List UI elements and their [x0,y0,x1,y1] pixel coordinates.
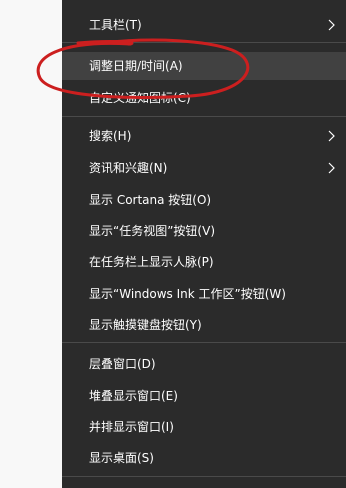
menu-separator [62,476,346,477]
menu-item-customize-notification-icons[interactable]: 自定义通知图标(C) [62,84,346,112]
menu-item-label: 堆叠显示窗口(E) [89,389,178,403]
menu-separator [62,42,346,43]
menu-item-search[interactable]: 搜索(H) [62,122,346,150]
screenshot-page: 工具栏(T) 调整日期/时间(A) 自定义通知图标(C) 搜索(H) 资讯和兴趣… [0,0,346,488]
menu-item-label: 显示触摸键盘按钮(Y) [89,318,202,332]
menu-item-label: 并排显示窗口(I) [89,420,174,434]
menu-item-show-task-view-button[interactable]: 显示“任务视图”按钮(V) [62,217,346,245]
menu-item-label: 自定义通知图标(C) [89,91,191,105]
menu-item-show-cortana-button[interactable]: 显示 Cortana 按钮(O) [62,186,346,214]
menu-item-label: 资讯和兴趣(N) [89,161,168,175]
menu-item-cascade-windows[interactable]: 层叠窗口(D) [62,350,346,378]
menu-item-show-windows-ink-button[interactable]: 显示“Windows Ink 工作区”按钮(W) [62,280,346,308]
menu-item-label: 搜索(H) [89,129,132,143]
menu-item-label: 显示桌面(S) [89,451,154,465]
menu-item-show-touch-keyboard-button[interactable]: 显示触摸键盘按钮(Y) [62,311,346,339]
menu-item-label: 层叠窗口(D) [89,357,156,371]
menu-item-label: 显示“任务视图”按钮(V) [89,224,216,238]
menu-item-side-by-side-windows[interactable]: 并排显示窗口(I) [62,413,346,441]
menu-item-show-people[interactable]: 在任务栏上显示人脉(P) [62,248,346,276]
chevron-right-icon [324,11,338,39]
menu-item-toolbars[interactable]: 工具栏(T) [62,11,346,39]
taskbar-context-menu: 工具栏(T) 调整日期/时间(A) 自定义通知图标(C) 搜索(H) 资讯和兴趣… [62,0,346,488]
background-area [0,0,62,488]
menu-item-label: 调整日期/时间(A) [89,59,183,73]
menu-separator [62,342,346,343]
menu-item-show-desktop[interactable]: 显示桌面(S) [62,444,346,472]
chevron-right-icon [324,122,338,150]
chevron-right-icon [324,154,338,182]
menu-item-label: 显示“Windows Ink 工作区”按钮(W) [89,287,286,301]
menu-item-label: 显示 Cortana 按钮(O) [89,193,212,207]
menu-item-news-and-interests[interactable]: 资讯和兴趣(N) [62,154,346,182]
menu-separator [62,116,346,117]
menu-item-stack-windows[interactable]: 堆叠显示窗口(E) [62,382,346,410]
menu-item-label: 工具栏(T) [89,18,142,32]
menu-item-label: 在任务栏上显示人脉(P) [89,255,214,269]
menu-item-adjust-date-time[interactable]: 调整日期/时间(A) [62,52,346,80]
